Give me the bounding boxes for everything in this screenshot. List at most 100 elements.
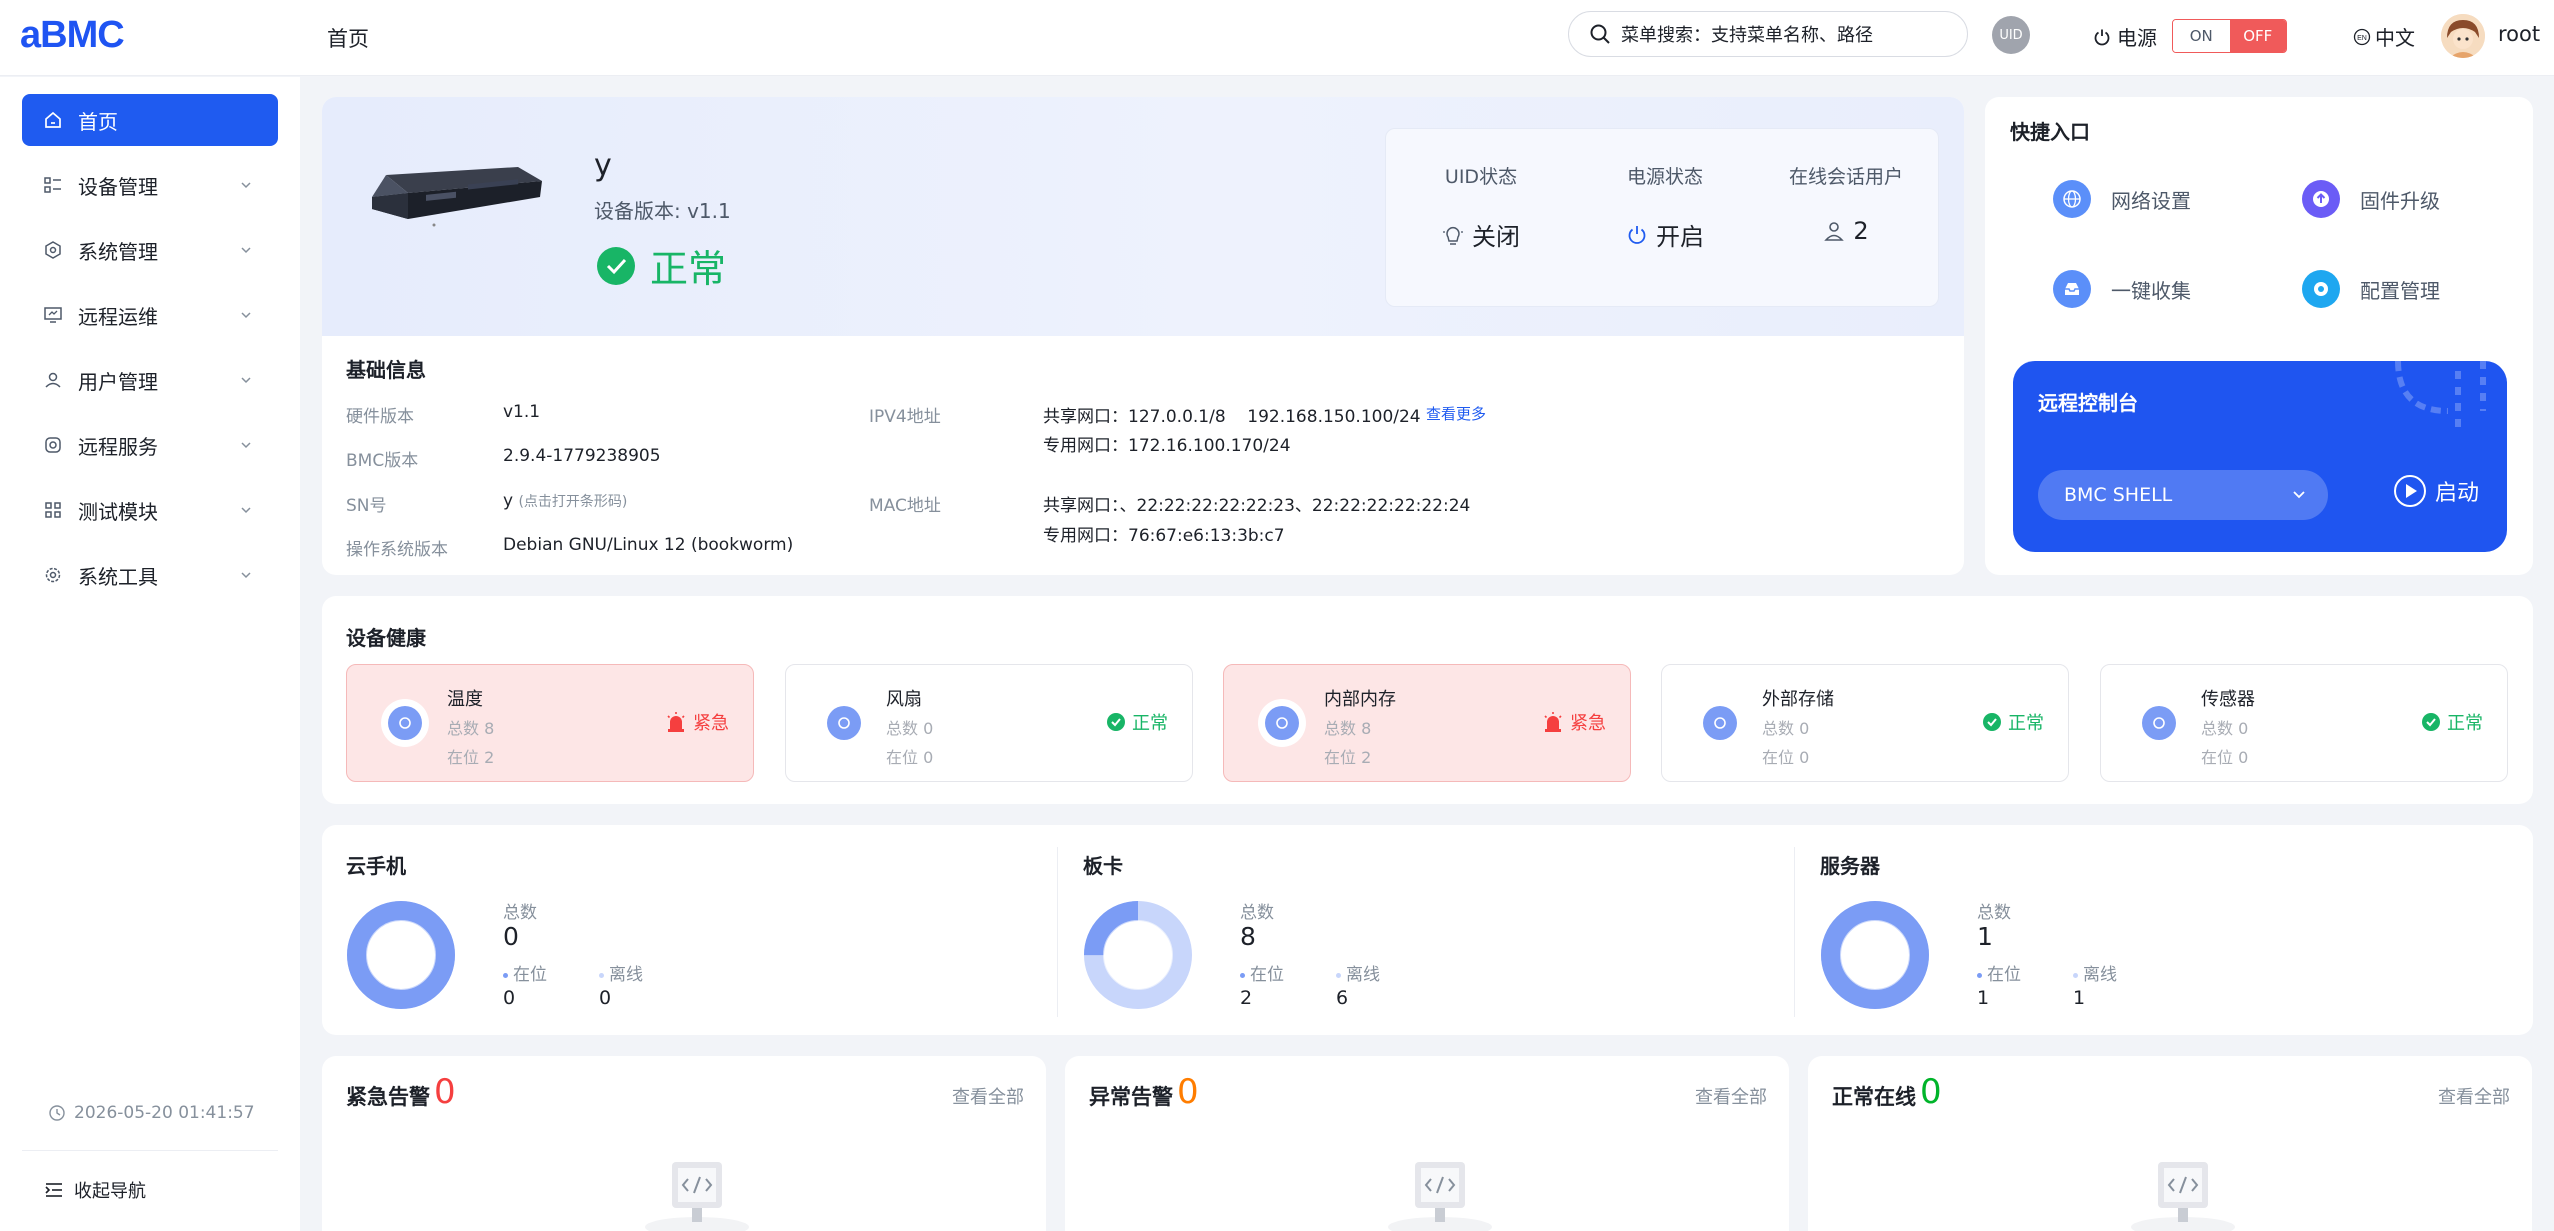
chevron-down-icon [241, 182, 251, 189]
alarm-title: 正常在线 [1832, 1085, 1916, 1109]
alarm-count: 0 [1920, 1072, 1942, 1112]
sn-value[interactable]: y (点击打开条形码) [503, 491, 627, 511]
username[interactable]: root [2498, 22, 2540, 46]
chevron-down-icon [241, 507, 251, 514]
inventory-online-value: 0 [503, 987, 516, 1009]
collapse-nav-button[interactable]: 收起导航 [44, 1177, 146, 1203]
quick-firmware-upgrade[interactable]: 固件升级 [2302, 180, 2440, 218]
health-card[interactable]: 外部存储 总数 0 在位 0 正常 [1661, 664, 2069, 782]
hw-version-label: 硬件版本 [346, 407, 414, 427]
sidebar-item-label: 系统管理 [78, 239, 158, 264]
sidebar-item-device-management[interactable]: 设备管理 [22, 159, 278, 211]
inventory-total: 1 [1977, 922, 1993, 951]
globe-icon [2053, 180, 2091, 218]
search-icon [1590, 24, 1610, 44]
bmc-version-value: 2.9.4-1779238905 [503, 446, 661, 466]
inventory-total-label: 总数 [503, 903, 537, 923]
monitor-icon [42, 304, 64, 326]
health-card[interactable]: 内部内存 总数 8 在位 2 紧急 [1223, 664, 1631, 782]
sidebar-item-remote-service[interactable]: 远程服务 [22, 419, 278, 471]
search-placeholder: 菜单搜索：支持菜单名称、路径 [1621, 25, 1873, 46]
sidebar-item-home[interactable]: 首页 [22, 94, 278, 146]
device-health-title: 设备健康 [346, 626, 426, 650]
svg-text:EN: EN [2357, 35, 2367, 42]
device-status-text: 正常 [650, 247, 727, 291]
app-logo[interactable]: aBMC [20, 14, 125, 57]
health-card[interactable]: 传感器 总数 0 在位 0 正常 [2100, 664, 2508, 782]
power-on-option[interactable]: ON [2173, 20, 2230, 52]
divider [1794, 847, 1795, 1017]
console-start-button[interactable]: 启动 [2393, 474, 2479, 508]
health-status-text: 紧急 [693, 713, 729, 734]
inventory-card [322, 825, 2533, 1035]
sidebar-item-remote-ops[interactable]: 远程运维 [22, 289, 278, 341]
sidebar-item-system-management[interactable]: 系统管理 [22, 224, 278, 276]
chevron-down-icon [241, 247, 251, 254]
inventory-total: 0 [503, 922, 519, 951]
top-bar: aBMC 首页 菜单搜索：支持菜单名称、路径 UID 电源 ON OFF EN … [0, 0, 2554, 76]
sidebar-datetime: 2026-05-20 01:41:57 [48, 1103, 255, 1123]
sidebar-item-label: 远程运维 [78, 304, 158, 329]
user-avatar[interactable] [2441, 14, 2485, 58]
health-item-present: 在位 2 [447, 748, 495, 767]
os-version-label: 操作系统版本 [346, 540, 448, 560]
uid-state-label: UID状态 [1444, 166, 1518, 188]
power-label: 电源 [2093, 22, 2157, 51]
hw-version-value: v1.1 [503, 402, 541, 422]
inventory-title: 板卡 [1083, 854, 1123, 878]
sidebar-item-label: 用户管理 [78, 369, 158, 394]
see-more-link[interactable]: 查看更多 [1426, 403, 1486, 424]
check-circle-icon [1983, 713, 2001, 731]
play-icon [2394, 475, 2426, 507]
health-item-status: 正常 [1982, 709, 2044, 735]
console-type-value: BMC SHELL [2064, 484, 2173, 506]
grid-icon [42, 499, 64, 521]
empty-code-icon [1388, 1162, 1492, 1231]
power-off-option[interactable]: OFF [2229, 20, 2286, 52]
inventory-online-value: 1 [1977, 987, 1990, 1009]
menu-search-input[interactable]: 菜单搜索：支持菜单名称、路径 [1568, 11, 1968, 57]
see-all-link[interactable]: 查看全部 [1695, 1083, 1767, 1109]
device-status-panel: UID状态 关闭 电源状态 开启 在线会话用户 2 [1385, 128, 1939, 307]
uid-state: UID状态 关闭 [1401, 162, 1561, 252]
sn-barcode-hint[interactable]: (点击打开条形码) [518, 494, 627, 510]
health-card[interactable]: 风扇 总数 0 在位 0 正常 [785, 664, 1193, 782]
alarm-title: 紧急告警 [346, 1085, 430, 1109]
service-icon [42, 434, 64, 456]
console-start-label: 启动 [2435, 481, 2480, 506]
gear-icon [2302, 270, 2340, 308]
health-item-present: 在位 0 [1762, 748, 1810, 767]
inbox-icon [2053, 270, 2091, 308]
inventory-offline-label: 离线 [599, 960, 643, 985]
power-state-value: 开启 [1656, 223, 1704, 251]
quick-item-label: 一键收集 [2111, 278, 2191, 303]
sidebar-item-test-module[interactable]: 测试模块 [22, 484, 278, 536]
console-type-select[interactable]: BMC SHELL [2038, 470, 2328, 520]
health-card[interactable]: 温度 总数 8 在位 2 紧急 [346, 664, 754, 782]
inventory-donut-chart [1084, 901, 1192, 1009]
sidebar-item-system-tools[interactable]: 系统工具 [22, 549, 278, 601]
quick-one-click-collect[interactable]: 一键收集 [2053, 270, 2191, 308]
quick-config-management[interactable]: 配置管理 [2302, 270, 2440, 308]
clock-icon [49, 1105, 65, 1121]
power-toggle[interactable]: ON OFF [2172, 19, 2287, 53]
see-all-link[interactable]: 查看全部 [952, 1083, 1024, 1109]
storage-icon [1696, 699, 1744, 747]
health-item-present: 在位 2 [1324, 748, 1372, 767]
sidebar-item-user-management[interactable]: 用户管理 [22, 354, 278, 406]
alarm-title: 异常告警 [1089, 1085, 1173, 1109]
upload-icon [2302, 180, 2340, 218]
gear-icon [42, 564, 64, 586]
health-item-status: 正常 [2421, 709, 2483, 735]
sidebar-divider [22, 1150, 278, 1151]
datetime-text: 2026-05-20 01:41:57 [74, 1103, 255, 1123]
quick-network-settings[interactable]: 网络设置 [2053, 180, 2191, 218]
see-all-link[interactable]: 查看全部 [2438, 1083, 2510, 1109]
quick-item-label: 配置管理 [2360, 278, 2440, 303]
health-status-text: 紧急 [1570, 713, 1606, 734]
sessions-label: 在线会话用户 [1788, 166, 1903, 188]
empty-code-icon [645, 1162, 749, 1231]
health-item-total: 总数 8 [447, 719, 495, 738]
language-switch[interactable]: EN 中文 [2353, 22, 2415, 51]
uid-button[interactable]: UID [1992, 16, 2030, 54]
